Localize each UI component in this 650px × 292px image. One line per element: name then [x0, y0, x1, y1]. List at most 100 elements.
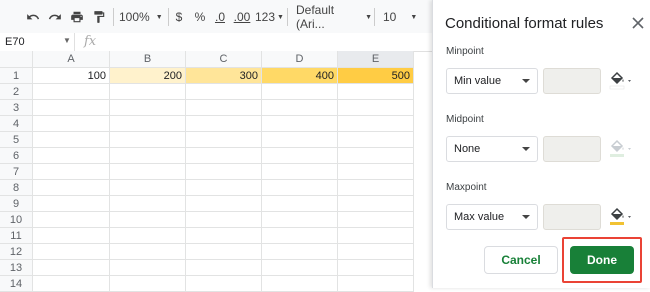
select-all-corner[interactable] — [0, 51, 33, 68]
cell-e10[interactable] — [338, 212, 414, 228]
cell-a11[interactable] — [33, 228, 110, 244]
undo-icon[interactable] — [22, 5, 44, 29]
cell-a6[interactable] — [33, 148, 110, 164]
cell-a12[interactable] — [33, 244, 110, 260]
row-header-5[interactable]: 5 — [0, 132, 33, 148]
name-box[interactable]: E70 ▼ — [0, 33, 75, 51]
row-header-12[interactable]: 12 — [0, 244, 33, 260]
cell-c8[interactable] — [186, 180, 262, 196]
cell-b1[interactable]: 200 — [110, 68, 186, 84]
cell-a13[interactable] — [33, 260, 110, 276]
font-select[interactable]: Default (Ari... ▼ — [296, 3, 372, 31]
cell-d1[interactable]: 400 — [262, 68, 338, 84]
cell-a7[interactable] — [33, 164, 110, 180]
font-size-select[interactable]: 10 ▼ — [383, 5, 423, 29]
cell-d6[interactable] — [262, 148, 338, 164]
cell-c6[interactable] — [186, 148, 262, 164]
cell-d13[interactable] — [262, 260, 338, 276]
cell-d3[interactable] — [262, 100, 338, 116]
cell-a10[interactable] — [33, 212, 110, 228]
row-header-14[interactable]: 14 — [0, 276, 33, 292]
cell-c2[interactable] — [186, 84, 262, 100]
cell-b11[interactable] — [110, 228, 186, 244]
paint-format-icon[interactable] — [88, 5, 110, 29]
maxpoint-select[interactable]: Max value — [446, 204, 538, 230]
cell-e9[interactable] — [338, 196, 414, 212]
decrease-decimal-button[interactable]: .0 — [212, 5, 228, 29]
cell-b13[interactable] — [110, 260, 186, 276]
cell-d4[interactable] — [262, 116, 338, 132]
cell-e14[interactable] — [338, 276, 414, 292]
cell-b7[interactable] — [110, 164, 186, 180]
cell-c4[interactable] — [186, 116, 262, 132]
row-header-10[interactable]: 10 — [0, 212, 33, 228]
cell-e13[interactable] — [338, 260, 414, 276]
minpoint-select[interactable]: Min value — [446, 68, 538, 94]
cell-e3[interactable] — [338, 100, 414, 116]
cell-e12[interactable] — [338, 244, 414, 260]
cell-a3[interactable] — [33, 100, 110, 116]
cell-a14[interactable] — [33, 276, 110, 292]
column-header-d[interactable]: D — [262, 51, 338, 68]
cell-e2[interactable] — [338, 84, 414, 100]
cell-e7[interactable] — [338, 164, 414, 180]
cell-d7[interactable] — [262, 164, 338, 180]
row-header-2[interactable]: 2 — [0, 84, 33, 100]
print-icon[interactable] — [66, 5, 88, 29]
column-header-c[interactable]: C — [186, 51, 262, 68]
zoom-select[interactable]: 100% ▼ — [119, 5, 167, 29]
more-formats-button[interactable]: 123 ▼ — [255, 5, 284, 29]
row-header-3[interactable]: 3 — [0, 100, 33, 116]
cell-d12[interactable] — [262, 244, 338, 260]
currency-format-button[interactable]: $ — [173, 5, 185, 29]
column-header-e[interactable]: E — [338, 51, 414, 68]
cancel-button[interactable]: Cancel — [484, 246, 558, 274]
cell-b5[interactable] — [110, 132, 186, 148]
cell-a5[interactable] — [33, 132, 110, 148]
column-header-b[interactable]: B — [110, 51, 186, 68]
row-header-7[interactable]: 7 — [0, 164, 33, 180]
cell-c5[interactable] — [186, 132, 262, 148]
cell-b4[interactable] — [110, 116, 186, 132]
cell-c12[interactable] — [186, 244, 262, 260]
cell-b3[interactable] — [110, 100, 186, 116]
row-header-9[interactable]: 9 — [0, 196, 33, 212]
cell-a9[interactable] — [33, 196, 110, 212]
cell-a4[interactable] — [33, 116, 110, 132]
minpoint-fill-color-icon[interactable] — [608, 71, 634, 91]
redo-icon[interactable] — [44, 5, 66, 29]
cell-e11[interactable] — [338, 228, 414, 244]
cell-d11[interactable] — [262, 228, 338, 244]
cell-a2[interactable] — [33, 84, 110, 100]
midpoint-select[interactable]: None — [446, 136, 538, 162]
cell-d8[interactable] — [262, 180, 338, 196]
cell-d5[interactable] — [262, 132, 338, 148]
cell-a8[interactable] — [33, 180, 110, 196]
cell-c13[interactable] — [186, 260, 262, 276]
column-header-a[interactable]: A — [33, 51, 110, 68]
maxpoint-fill-color-icon[interactable] — [608, 207, 634, 227]
cell-d9[interactable] — [262, 196, 338, 212]
row-header-11[interactable]: 11 — [0, 228, 33, 244]
row-header-6[interactable]: 6 — [0, 148, 33, 164]
cell-e4[interactable] — [338, 116, 414, 132]
row-header-13[interactable]: 13 — [0, 260, 33, 276]
cell-c11[interactable] — [186, 228, 262, 244]
cell-b9[interactable] — [110, 196, 186, 212]
cell-b14[interactable] — [110, 276, 186, 292]
cell-d10[interactable] — [262, 212, 338, 228]
cell-c10[interactable] — [186, 212, 262, 228]
cell-e8[interactable] — [338, 180, 414, 196]
cell-a1[interactable]: 100 — [33, 68, 110, 84]
cell-b8[interactable] — [110, 180, 186, 196]
cell-e5[interactable] — [338, 132, 414, 148]
row-header-4[interactable]: 4 — [0, 116, 33, 132]
increase-decimal-button[interactable]: .00 — [233, 5, 251, 29]
cell-c9[interactable] — [186, 196, 262, 212]
cell-b12[interactable] — [110, 244, 186, 260]
row-header-8[interactable]: 8 — [0, 180, 33, 196]
cell-b6[interactable] — [110, 148, 186, 164]
percent-format-button[interactable]: % — [194, 5, 206, 29]
close-icon[interactable] — [632, 16, 644, 34]
cell-e6[interactable] — [338, 148, 414, 164]
